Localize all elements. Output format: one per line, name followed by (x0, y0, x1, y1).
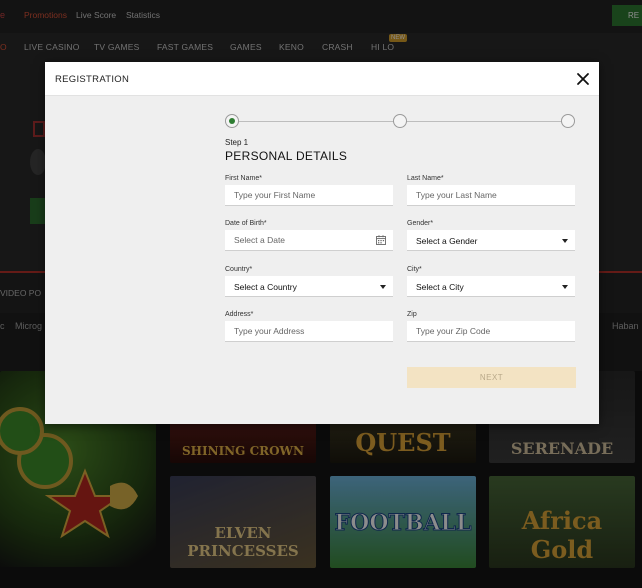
last-name-field[interactable] (407, 185, 575, 206)
city-label: City* (407, 266, 422, 273)
calendar-icon[interactable] (376, 235, 386, 245)
close-icon[interactable] (575, 71, 591, 87)
gender-select[interactable]: Select a Gender (407, 230, 575, 251)
step-indicator-2 (393, 114, 407, 128)
registration-modal: REGISTRATION Step 1 PERSONAL DETAILS Fir… (45, 62, 599, 424)
address-label: Address* (225, 311, 254, 318)
dob-picker[interactable] (225, 230, 393, 251)
active-step-dot (229, 118, 235, 124)
modal-title: REGISTRATION (55, 74, 130, 85)
step-label: Step 1 (225, 138, 249, 147)
chevron-down-icon (380, 285, 386, 289)
next-button[interactable]: NEXT (407, 367, 576, 388)
city-select-value: Select a City (416, 282, 464, 292)
step-indicator-1 (225, 114, 239, 128)
zip-field[interactable] (407, 321, 575, 342)
first-name-label: First Name* (225, 175, 262, 182)
country-select-value: Select a Country (234, 282, 297, 292)
country-select[interactable]: Select a Country (225, 276, 393, 297)
chevron-down-icon (562, 285, 568, 289)
dob-field[interactable] (225, 230, 393, 251)
step-indicator-3 (561, 114, 575, 128)
country-label: Country* (225, 266, 253, 273)
zip-label: Zip (407, 311, 417, 318)
chevron-down-icon (562, 239, 568, 243)
gender-select-value: Select a Gender (416, 236, 478, 246)
first-name-field[interactable] (225, 185, 393, 206)
gender-label: Gender* (407, 220, 434, 227)
city-select[interactable]: Select a City (407, 276, 575, 297)
step-title: PERSONAL DETAILS (225, 149, 348, 163)
dob-label: Date of Birth* (225, 220, 267, 227)
last-name-label: Last Name* (407, 175, 444, 182)
address-field[interactable] (225, 321, 393, 342)
modal-header: REGISTRATION (45, 62, 599, 96)
